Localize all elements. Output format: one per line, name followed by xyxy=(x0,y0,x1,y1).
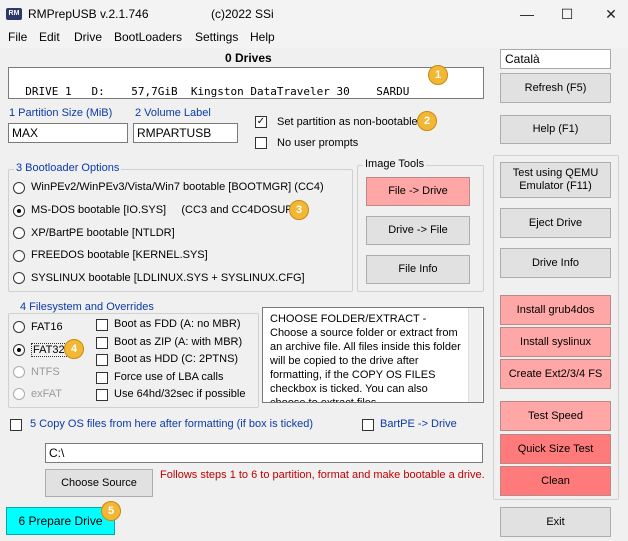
bootloader-group-title: 3 Bootloader Options xyxy=(14,162,122,174)
bootloader-radio-xp[interactable] xyxy=(13,227,25,239)
window-title: RMPrepUSB v.2.1.746 xyxy=(28,7,149,21)
override-lba-checkbox[interactable] xyxy=(96,372,108,384)
app-icon: RM xyxy=(6,8,22,20)
step-marker-5: 5 xyxy=(101,501,121,521)
override-zip-label: Boot as ZIP (A: with MBR) xyxy=(114,336,243,348)
test-speed-button[interactable]: Test Speed xyxy=(500,401,611,431)
clean-button[interactable]: Clean xyxy=(500,466,611,496)
create-ext-fs-button[interactable]: Create Ext2/3/4 FS xyxy=(500,359,611,389)
close-button[interactable]: ✕ xyxy=(596,4,626,24)
menu-bootloaders[interactable]: BootLoaders xyxy=(114,30,182,44)
partition-size-label: 1 Partition Size (MiB) xyxy=(9,107,113,119)
override-zip-checkbox[interactable] xyxy=(96,337,108,349)
bootloader-option-msdos: MS-DOS bootable [IO.SYS] (CC3 and CC4DOS… xyxy=(31,204,304,216)
override-hdd-checkbox[interactable] xyxy=(96,354,108,366)
info-text: CHOOSE FOLDER/EXTRACT - Choose a source … xyxy=(270,313,461,403)
bootloader-radio-syslinux[interactable] xyxy=(13,272,25,284)
bootloader-option-freedos: FREEDOS bootable [KERNEL.SYS] xyxy=(31,249,208,261)
help-button[interactable]: Help (F1) xyxy=(500,115,611,144)
override-lba-label: Force use of LBA calls xyxy=(114,371,224,383)
bootloader-option-xp: XP/BartPE bootable [NTLDR] xyxy=(31,227,175,239)
maximize-button[interactable]: ☐ xyxy=(552,4,582,24)
quick-size-test-button[interactable]: Quick Size Test xyxy=(500,434,611,464)
qemu-test-button[interactable]: Test using QEMU Emulator (F11) xyxy=(500,162,611,198)
menu-file[interactable]: File xyxy=(8,30,27,44)
filesystem-group-title: 4 Filesystem and Overrides xyxy=(18,301,156,313)
bartpe-checkbox[interactable] xyxy=(362,419,374,431)
file-to-drive-button[interactable]: File -> Drive xyxy=(366,177,470,206)
bootloader-radio-msdos[interactable] xyxy=(13,205,25,217)
step-marker-1: 1 xyxy=(428,65,448,85)
step-marker-2: 2 xyxy=(417,111,437,131)
hint-text: Follows steps 1 to 6 to partition, forma… xyxy=(160,469,485,481)
image-tools-title: Image Tools xyxy=(363,158,427,170)
fs-radio-ntfs[interactable] xyxy=(13,366,25,378)
bootloader-option-syslinux: SYSLINUX bootable [LDLINUX.SYS + SYSLINU… xyxy=(31,272,305,284)
drive-count: 0 Drives xyxy=(225,51,272,65)
menu-help[interactable]: Help xyxy=(250,30,275,44)
minimize-button[interactable]: — xyxy=(512,4,542,24)
info-textbox[interactable]: CHOOSE FOLDER/EXTRACT - Choose a source … xyxy=(262,307,484,403)
fs-option-fat16: FAT16 xyxy=(31,321,63,333)
bootloader-radio-winpe[interactable] xyxy=(13,182,25,194)
install-syslinux-button[interactable]: Install syslinux xyxy=(500,327,611,357)
step-marker-3: 3 xyxy=(289,200,309,220)
refresh-button[interactable]: Refresh (F5) xyxy=(500,73,611,103)
file-info-button[interactable]: File Info xyxy=(366,255,470,284)
eject-drive-button[interactable]: Eject Drive xyxy=(500,208,611,238)
menu-edit[interactable]: Edit xyxy=(39,30,60,44)
non-bootable-checkbox[interactable]: ✓ xyxy=(255,116,267,128)
override-64hd-label: Use 64hd/32sec if possible xyxy=(114,388,246,400)
non-bootable-label: Set partition as non-bootable xyxy=(277,116,418,128)
fs-radio-fat32[interactable] xyxy=(13,344,25,356)
fs-radio-exfat[interactable] xyxy=(13,388,25,400)
volume-label-label: 2 Volume Label xyxy=(135,107,211,119)
step-marker-4: 4 xyxy=(64,339,84,359)
bootloader-option-winpe: WinPEv2/WinPEv3/Vista/Win7 bootable [BOO… xyxy=(31,181,324,193)
bootloader-radio-freedos[interactable] xyxy=(13,250,25,262)
language-select[interactable]: Català xyxy=(500,49,611,69)
choose-source-button[interactable]: Choose Source xyxy=(45,469,153,497)
window-copyright: (c)2022 SSi xyxy=(211,7,274,21)
bartpe-label: BartPE -> Drive xyxy=(380,418,457,430)
override-64hd-checkbox[interactable] xyxy=(96,389,108,401)
drive-to-file-button[interactable]: Drive -> File xyxy=(366,216,470,245)
fs-radio-fat16[interactable] xyxy=(13,321,25,333)
override-hdd-label: Boot as HDD (C: 2PTNS) xyxy=(114,353,239,365)
drive-info-button[interactable]: Drive Info xyxy=(500,248,611,278)
fs-option-fat32: FAT32 xyxy=(31,343,67,357)
no-user-prompts-label: No user prompts xyxy=(277,137,359,149)
no-user-prompts-checkbox[interactable] xyxy=(255,137,267,149)
partition-size-input[interactable]: MAX xyxy=(8,123,128,143)
override-fdd-checkbox[interactable] xyxy=(96,319,108,331)
copy-os-label: 5 Copy OS files from here after formatti… xyxy=(30,418,314,430)
drive-list[interactable]: DRIVE 1 D: 57,7GiB Kingston DataTraveler… xyxy=(8,67,484,99)
copy-os-checkbox[interactable] xyxy=(10,419,22,431)
install-grub4dos-button[interactable]: Install grub4dos xyxy=(500,295,611,325)
fs-option-ntfs: NTFS xyxy=(31,366,60,378)
override-fdd-label: Boot as FDD (A: no MBR) xyxy=(114,318,241,330)
menu-drive[interactable]: Drive xyxy=(74,30,102,44)
menu-settings[interactable]: Settings xyxy=(195,30,238,44)
prepare-drive-button[interactable]: 6 Prepare Drive xyxy=(6,507,115,535)
exit-button[interactable]: Exit xyxy=(500,507,611,537)
fs-option-exfat: exFAT xyxy=(31,388,62,400)
volume-label-input[interactable]: RMPARTUSB xyxy=(133,123,238,143)
drive-list-item[interactable]: DRIVE 1 D: 57,7GiB Kingston DataTraveler… xyxy=(25,85,409,98)
info-scrollbar[interactable] xyxy=(468,308,482,402)
source-path-input[interactable]: C:\ xyxy=(45,443,483,463)
